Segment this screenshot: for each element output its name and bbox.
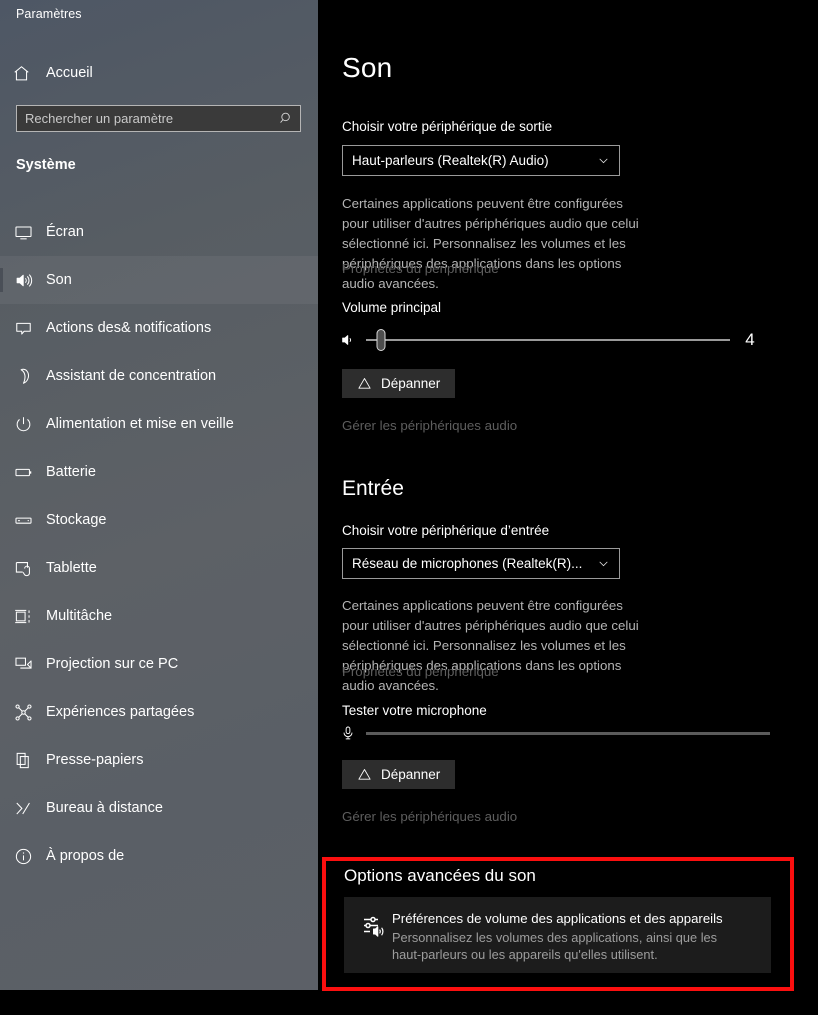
input-troubleshoot-button[interactable]: Dépanner (342, 760, 456, 789)
sidebar-item-son[interactable]: Son (0, 256, 318, 304)
notification-icon (0, 319, 46, 338)
input-section-title: Entrée (342, 477, 404, 500)
sidebar-item-stockage-label: Stockage (46, 512, 107, 528)
advanced-section-title: Options avancées du son (344, 866, 536, 885)
remote-desktop-icon (0, 799, 46, 818)
sidebar-item-projection-label: Projection sur ce PC (46, 656, 179, 672)
sidebar-item-batterie[interactable]: Batterie (0, 448, 318, 496)
sidebar-item-a-propos-de-label: À propos de (46, 848, 125, 864)
output-device-value: Haut-parleurs (Realtek(R) Audio) (352, 153, 549, 168)
search-input[interactable] (17, 106, 272, 131)
sidebar-item-bureau-a-distance[interactable]: Bureau à distance (0, 784, 318, 832)
chevron-down-icon (597, 557, 610, 570)
output-device-select[interactable]: Haut-parleurs (Realtek(R) Audio) (342, 145, 620, 176)
sidebar-item-projection[interactable]: Projection sur ce PC (0, 640, 318, 688)
master-volume-row: 4 (340, 327, 770, 353)
input-device-value: Réseau de microphones (Realtek(R)... (352, 556, 583, 571)
speaker-icon (340, 332, 366, 348)
sidebar-item-a-propos-de[interactable]: À propos de (0, 832, 318, 880)
warning-icon (357, 767, 372, 782)
input-description: Certaines applications peuvent être conf… (342, 598, 639, 693)
master-volume-label: Volume principal (342, 300, 442, 315)
output-troubleshoot-button[interactable]: Dépanner (342, 369, 456, 398)
input-device-properties-link[interactable]: Propriétés du périphérique (342, 664, 499, 679)
sidebar-item-assistant-concentration-label: Assistant de concentration (46, 368, 217, 384)
clipboard-icon (0, 751, 46, 770)
app-volume-preferences-title: Préférences de volume des applications e… (392, 911, 723, 926)
sidebar-item-multitache-label: Multitâche (46, 608, 113, 624)
warning-icon (357, 376, 372, 391)
slider-track (366, 339, 730, 341)
settings-window: Paramètres Accueil Système (0, 0, 818, 1015)
output-description: Certaines applications peuvent être conf… (342, 196, 639, 291)
app-volume-preferences-card[interactable]: Préférences de volume des applications e… (344, 897, 771, 973)
sidebar-item-son-label: Son (46, 272, 72, 288)
output-device-properties-link[interactable]: Propriétés du périphérique (342, 261, 499, 276)
sidebar-item-tablette[interactable]: Tablette (0, 544, 318, 592)
app-volume-preferences-subtitle: Personnalisez les volumes des applicatio… (392, 930, 718, 962)
sidebar-item-alimentation[interactable]: Alimentation et mise en veille (0, 400, 318, 448)
input-device-label: Choisir votre périphérique d’entrée (342, 523, 550, 538)
speaker-icon (0, 271, 46, 290)
sidebar-item-experiences-partagees-label: Expériences partagées (46, 704, 195, 720)
battery-icon (0, 463, 46, 482)
chevron-down-icon (597, 154, 610, 167)
sidebar-item-batterie-label: Batterie (46, 464, 96, 480)
moon-icon (0, 367, 46, 386)
sidebar-item-bureau-a-distance-label: Bureau à distance (46, 800, 163, 816)
search-box[interactable] (16, 105, 301, 132)
sidebar-item-experiences-partagees[interactable]: Expériences partagées (0, 688, 318, 736)
storage-icon (0, 511, 46, 530)
sidebar-item-ecran-label: Écran (46, 224, 84, 240)
sidebar-item-presse-papiers-label: Presse-papiers (46, 752, 144, 768)
microphone-icon (340, 725, 366, 741)
multitask-icon (0, 607, 46, 626)
sidebar-item-multitache[interactable]: Multitâche (0, 592, 318, 640)
sidebar-item-ecran[interactable]: Écran (0, 208, 318, 256)
shared-experiences-icon (0, 703, 46, 722)
input-device-select[interactable]: Réseau de microphones (Realtek(R)... (342, 548, 620, 579)
home-icon (0, 64, 42, 83)
sidebar-item-stockage[interactable]: Stockage (0, 496, 318, 544)
sidebar-item-alimentation-label: Alimentation et mise en veille (46, 416, 234, 432)
page-title: Son (342, 52, 393, 83)
main-content: Son Choisir votre périphérique de sortie… (318, 0, 818, 1015)
sidebar-item-assistant-concentration[interactable]: Assistant de concentration (0, 352, 318, 400)
sidebar-item-presse-papiers[interactable]: Presse-papiers (0, 736, 318, 784)
sidebar-item-tablette-label: Tablette (46, 560, 97, 576)
projection-icon (0, 655, 46, 674)
app-volume-preferences-body: Préférences de volume des applications e… (392, 910, 759, 963)
info-icon (0, 847, 46, 866)
sidebar-nav: Écran Son Actions des& notifications Ass… (0, 208, 318, 880)
output-troubleshoot-label: Dépanner (381, 376, 441, 391)
volume-mixer-icon (356, 910, 392, 938)
power-icon (0, 415, 46, 434)
sidebar-section-systeme: Système (16, 157, 76, 173)
search-icon[interactable] (272, 106, 300, 131)
test-microphone-label: Tester votre microphone (342, 703, 487, 718)
slider-thumb[interactable] (376, 329, 386, 351)
input-troubleshoot-label: Dépanner (381, 767, 441, 782)
microphone-level-bar (366, 731, 770, 735)
window-title: Paramètres (16, 7, 82, 21)
input-manage-devices-link[interactable]: Gérer les périphériques audio (342, 809, 517, 824)
sidebar-item-accueil-label: Accueil (46, 65, 93, 81)
sidebar: Paramètres Accueil Système (0, 0, 318, 990)
master-volume-slider[interactable] (366, 327, 730, 353)
monitor-icon (0, 223, 46, 242)
microphone-level-row (340, 725, 770, 741)
output-device-label: Choisir votre périphérique de sortie (342, 119, 553, 134)
sidebar-item-accueil[interactable]: Accueil (0, 57, 318, 89)
sidebar-item-actions-notifications[interactable]: Actions des& notifications (0, 304, 318, 352)
sidebar-item-actions-notifications-label: Actions des& notifications (46, 320, 212, 336)
tablet-icon (0, 559, 46, 578)
output-manage-devices-link[interactable]: Gérer les périphériques audio (342, 418, 517, 433)
master-volume-value: 4 (745, 330, 755, 349)
